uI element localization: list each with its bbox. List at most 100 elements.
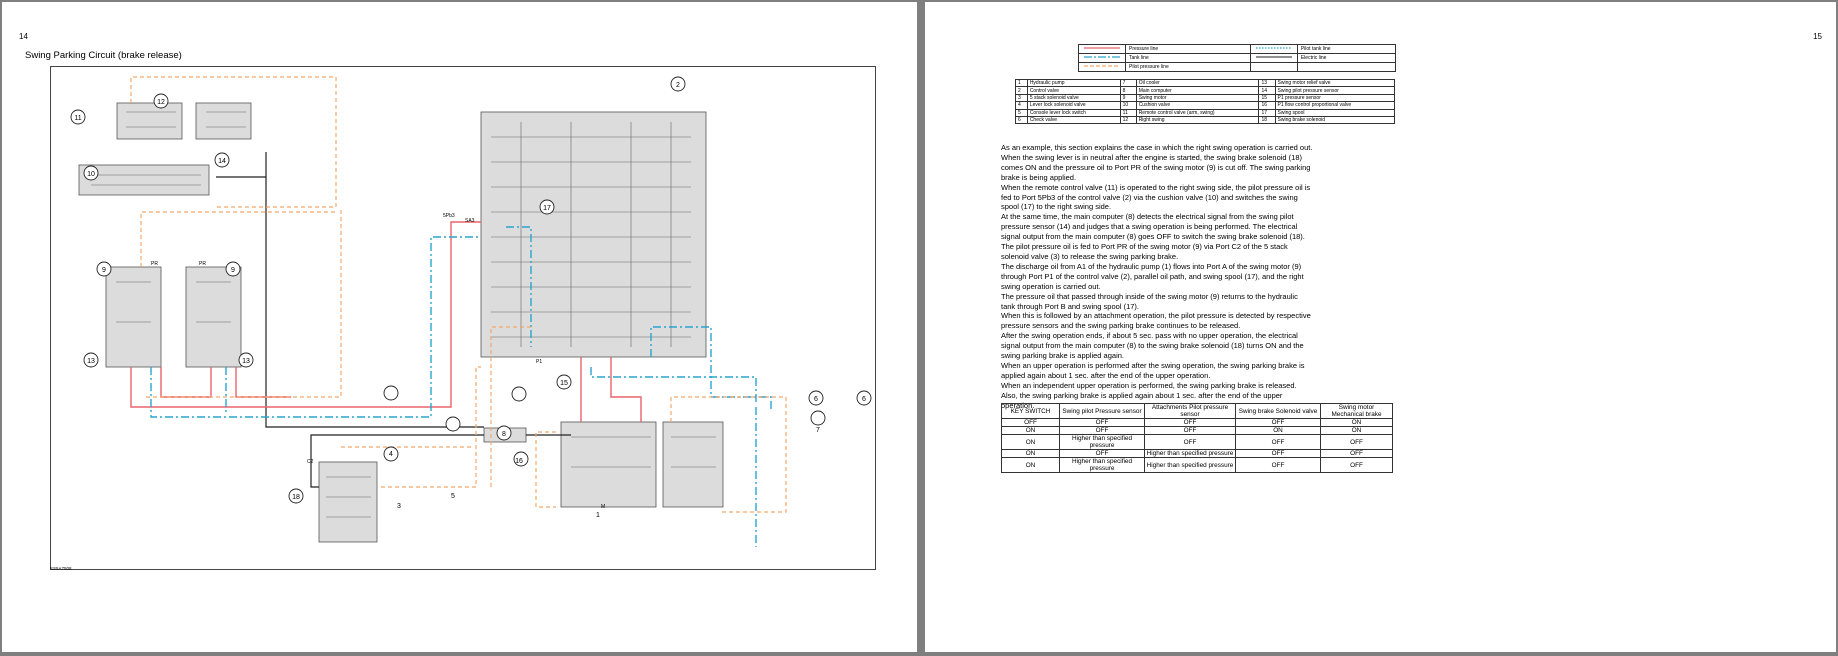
circuit-svg: 1 2 3 4 5 6 6 7 8 9 9 10 11 12 13 13 14 … bbox=[70, 76, 872, 547]
callout-label: 2 bbox=[676, 82, 680, 89]
table-cell: 14 bbox=[1258, 86, 1276, 95]
table-row: ON OFF Higher than specified pressure OFF OF… bbox=[1001, 449, 1393, 458]
table-row: ON Higher than specified pressure OFF OFF OF… bbox=[1001, 434, 1393, 450]
table-cell: OFF bbox=[1235, 434, 1321, 450]
port-label: 5Pb3 bbox=[443, 213, 455, 219]
table-cell: Swing brake Solenoid valve bbox=[1235, 403, 1321, 419]
table-cell: ON bbox=[1001, 434, 1060, 450]
callout-label: 5 bbox=[451, 493, 455, 500]
table-row: 6 Check valve 12 Right swing 18 Swing brake s… bbox=[1015, 115, 1396, 125]
table-row: ON Higher than specified pressure Higher t… bbox=[1001, 457, 1393, 473]
control-valve-block bbox=[480, 111, 707, 358]
table-row: 2 Control valve 8 Main computer 14 Swing pilo… bbox=[1015, 86, 1396, 95]
page-number: 15 bbox=[1813, 32, 1822, 41]
right-page: 15 Pressure line Pilot tank line Tank li… bbox=[925, 2, 1836, 652]
table-cell: Right swing bbox=[1135, 115, 1260, 125]
table-header-row: KEY SWITCH Swing pilot Pressure sensor A… bbox=[1001, 403, 1393, 419]
table-cell: Swing spool bbox=[1274, 108, 1396, 117]
table-cell: Attachments Pilot pressure sensor bbox=[1144, 403, 1236, 419]
table-cell: 2 bbox=[1015, 86, 1028, 95]
paragraph: When the remote control valve (11) is op… bbox=[1001, 182, 1311, 212]
table-cell: 17 bbox=[1258, 108, 1276, 117]
remote-control-valve-block-2 bbox=[195, 102, 252, 140]
paragraph: The discharge oil from A1 of the hydraul… bbox=[1001, 261, 1304, 291]
port-label: M bbox=[601, 504, 605, 510]
callout-label: 4 bbox=[389, 451, 393, 458]
table-row: 4 Lever lock solenoid valve 10 Cushion valv… bbox=[1015, 101, 1396, 110]
table-cell: 7 bbox=[1119, 78, 1137, 88]
table-cell: 6 bbox=[1015, 115, 1028, 125]
table-cell: KEY SWITCH bbox=[1001, 403, 1060, 419]
legend-label: Tank line bbox=[1125, 53, 1251, 63]
port-label: SA3 bbox=[465, 218, 475, 224]
table-cell: ON bbox=[1001, 457, 1060, 473]
table-cell: 11 bbox=[1119, 108, 1137, 117]
callout-label: 11 bbox=[74, 115, 81, 122]
table-cell: 5 stack solenoid valve bbox=[1026, 93, 1121, 103]
cushion-valve-block bbox=[78, 164, 210, 196]
table-cell: 12 bbox=[1119, 115, 1137, 125]
table-cell: 4 bbox=[1015, 101, 1028, 110]
table-cell: Swing pilot Pressure sensor bbox=[1059, 403, 1145, 419]
table-cell: 18 bbox=[1258, 115, 1276, 125]
table-cell: OFF bbox=[1059, 426, 1145, 435]
table-row: OFF OFF OFF OFF ON bbox=[1001, 418, 1393, 427]
tank-line-swatch bbox=[1078, 53, 1126, 63]
legend-label: Pilot tank line bbox=[1296, 44, 1397, 54]
table-cell: ON bbox=[1001, 426, 1060, 435]
pump-block-right bbox=[662, 421, 724, 508]
callout-label: 15 bbox=[560, 380, 568, 387]
port-label: PR bbox=[199, 261, 206, 267]
callout-label: 14 bbox=[218, 158, 226, 165]
solenoid-valve-block bbox=[318, 461, 378, 543]
table-cell: 8 bbox=[1119, 86, 1137, 95]
table-cell: Swing brake solenoid bbox=[1274, 115, 1396, 125]
paragraph: The pressure oil that passed through ins… bbox=[1001, 291, 1298, 311]
callout-label: 7 bbox=[816, 427, 820, 434]
table-cell: Cushion valve bbox=[1135, 101, 1260, 110]
callout-label: 17 bbox=[543, 205, 551, 212]
table-cell: Oil cooler bbox=[1135, 78, 1260, 88]
legend-label: Electric line bbox=[1296, 53, 1397, 63]
table-cell: Higher than specified pressure bbox=[1059, 434, 1145, 450]
callout-label: 8 bbox=[502, 431, 506, 438]
figure-code: SS5A7508 bbox=[50, 566, 72, 571]
parts-list: 1 Hydraulic pump 7 Oil cooler 13 Swing motor … bbox=[1015, 78, 1396, 125]
hydraulic-circuit-diagram: 1 2 3 4 5 6 6 7 8 9 9 10 11 12 13 13 14 … bbox=[50, 66, 876, 570]
paragraph: After the swing operation ends, if about… bbox=[1001, 331, 1304, 361]
paragraph: At the same time, the main computer (8) … bbox=[1001, 212, 1305, 242]
callout-label: 6 bbox=[814, 396, 818, 403]
table-cell: OFF bbox=[1059, 418, 1145, 427]
electric-line-swatch bbox=[1249, 53, 1298, 63]
table-cell: 13 bbox=[1258, 78, 1276, 88]
table-cell: 15 bbox=[1258, 93, 1276, 103]
table-cell: 10 bbox=[1119, 101, 1137, 110]
paragraph: When an upper operation is performed aft… bbox=[1001, 360, 1305, 380]
table-cell: Main computer bbox=[1135, 86, 1260, 95]
table-cell: ON bbox=[1001, 449, 1060, 458]
callout-label: 12 bbox=[157, 99, 165, 106]
table-cell: Check valve bbox=[1026, 115, 1121, 125]
table-cell: Control valve bbox=[1026, 86, 1121, 95]
legend-label: Pilot pressure line bbox=[1125, 62, 1251, 72]
table-cell: P1 pressure sensor bbox=[1274, 93, 1396, 103]
callout-label: 9 bbox=[102, 267, 106, 274]
table-cell: OFF bbox=[1235, 418, 1321, 427]
brake-state-table: KEY SWITCH Swing pilot Pressure sensor A… bbox=[1001, 403, 1393, 473]
paragraph: As an example, this section explains the… bbox=[1001, 143, 1313, 152]
table-cell: 3 bbox=[1015, 93, 1028, 103]
table-cell: OFF bbox=[1235, 457, 1321, 473]
left-page: 14 Swing Parking Circuit (brake release) bbox=[2, 2, 917, 652]
paragraph: When an independent upper operation is p… bbox=[1001, 380, 1297, 390]
table-cell: Swing pilot pressure sensor bbox=[1274, 86, 1396, 95]
legend-label: Pressure line bbox=[1125, 44, 1251, 54]
pump-block-left bbox=[560, 421, 657, 508]
table-cell: Hydraulic pump bbox=[1026, 78, 1121, 88]
table-cell: ON bbox=[1235, 426, 1321, 435]
table-cell: OFF bbox=[1059, 449, 1145, 458]
table-cell: Remote control valve (arm, swing) bbox=[1135, 108, 1260, 117]
table-cell: 1 bbox=[1015, 78, 1028, 88]
table-cell: OFF bbox=[1235, 449, 1321, 458]
table-cell: OFF bbox=[1320, 449, 1393, 458]
table-cell: P1 flow control proportional valve bbox=[1274, 101, 1396, 110]
